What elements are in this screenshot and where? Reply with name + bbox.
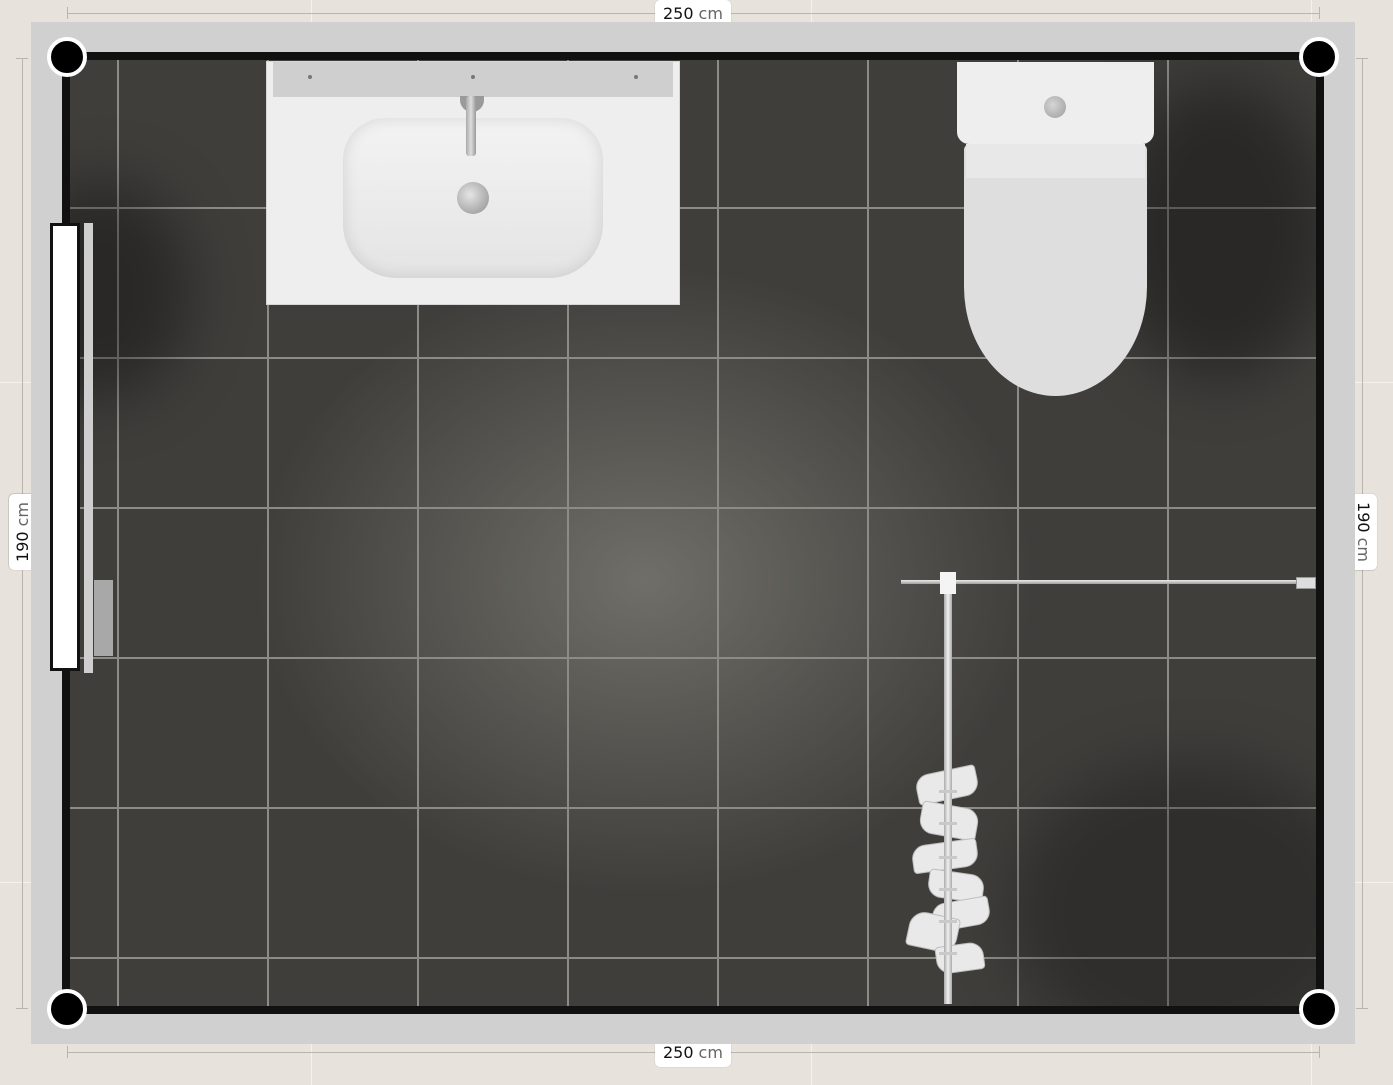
bottom-dimension-value: 250 xyxy=(663,1043,694,1062)
left-dimension-value: 190 xyxy=(12,531,32,562)
top-dimension-unit: cm xyxy=(698,4,723,23)
corner-node-icon[interactable] xyxy=(1299,37,1339,77)
sink-screw xyxy=(634,75,638,79)
sink-backsplash xyxy=(273,62,673,97)
door-frame xyxy=(84,223,93,673)
toilet-icon[interactable] xyxy=(964,144,1147,396)
top-dimension-value: 250 xyxy=(663,4,694,23)
faucet-spout xyxy=(466,96,476,156)
left-dimension-tick-top xyxy=(16,58,28,59)
bottom-dimension-unit: cm xyxy=(698,1043,723,1062)
corner-node-icon[interactable] xyxy=(47,989,87,1029)
sink-screw xyxy=(308,75,312,79)
right-dimension-value: 190 xyxy=(1353,502,1373,533)
curtain-ring xyxy=(939,790,957,793)
washbasin-icon[interactable] xyxy=(267,62,679,304)
sink-screw xyxy=(471,75,475,79)
toilet-seat-hinge xyxy=(966,144,1145,178)
curtain-ring xyxy=(939,822,957,825)
curtain-ring xyxy=(939,952,957,955)
door-icon[interactable] xyxy=(50,223,80,671)
corner-node-icon[interactable] xyxy=(47,37,87,77)
flush-button-icon xyxy=(1044,96,1066,118)
bottom-dimension-tick-left xyxy=(67,1046,68,1058)
shower-rail-connector xyxy=(940,572,956,594)
floor-plan-canvas: 250 cm 250 cm 190cm 190cm xyxy=(0,0,1393,1085)
right-dimension-tick-bottom xyxy=(1356,1008,1368,1009)
right-dimension-tick-top xyxy=(1356,58,1368,59)
bottom-dimension-tick-right xyxy=(1319,1046,1320,1058)
door-handle xyxy=(94,580,113,656)
curtain-ring xyxy=(939,856,957,859)
curtain-ring xyxy=(939,888,957,891)
top-dimension-tick-right xyxy=(1319,7,1320,19)
shower-rail-end xyxy=(1296,577,1316,589)
corner-node-icon[interactable] xyxy=(1299,989,1339,1029)
curtain-ring xyxy=(939,920,957,923)
left-dimension-tick-bottom xyxy=(16,1008,28,1009)
top-dimension-tick-left xyxy=(67,7,68,19)
left-dimension-unit: cm xyxy=(12,502,32,527)
shower-rail[interactable] xyxy=(901,580,1313,584)
right-dimension-unit: cm xyxy=(1353,537,1373,562)
drain-icon xyxy=(457,182,489,214)
